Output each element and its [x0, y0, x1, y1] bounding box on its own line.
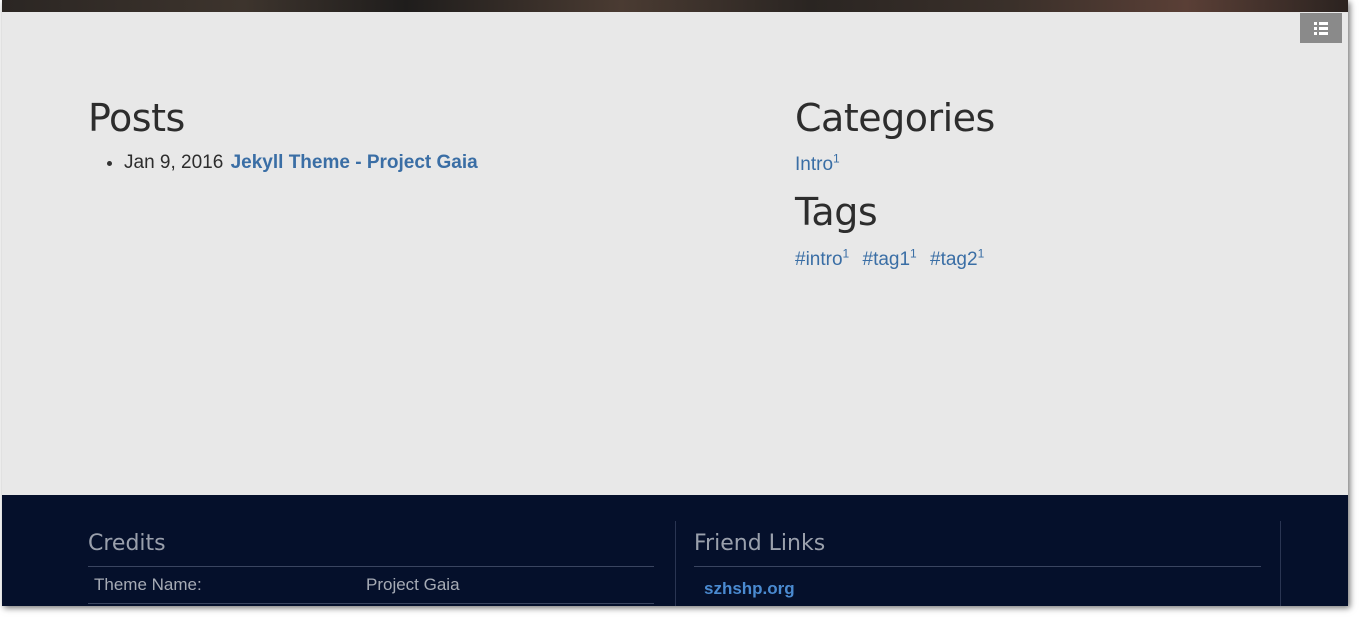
tag-name: #tag1 [862, 248, 911, 270]
tag-link-tag1[interactable]: #tag11 [862, 246, 917, 270]
column-divider [1280, 521, 1281, 606]
list-item: Jan 9, 2016 Jekyll Theme - Project Gaia [124, 152, 688, 174]
credit-value: Project Gaia [366, 575, 460, 594]
category-count: 1 [833, 152, 840, 166]
list-icon [1314, 21, 1328, 35]
page-frame: Posts Jan 9, 2016 Jekyll Theme - Project… [2, 0, 1348, 606]
friend-links-title: Friend Links [694, 531, 826, 556]
category-list: Intro1 [795, 152, 1315, 176]
footer: Credits Theme Name: Project Gaia Friend … [2, 495, 1348, 606]
credits-section: Credits Theme Name: Project Gaia [88, 521, 654, 604]
credits-title: Credits [88, 531, 166, 556]
categories-title: Categories [795, 96, 995, 140]
posts-section: Posts Jan 9, 2016 Jekyll Theme - Project… [88, 96, 688, 174]
tag-list: #intro1 #tag11 #tag21 [795, 246, 1315, 270]
friend-links-section: Friend Links szhshp.org [694, 521, 1261, 606]
menu-toggle-button[interactable] [1300, 13, 1342, 43]
tag-count: 1 [977, 246, 985, 261]
header-image-strip [2, 0, 1348, 12]
post-list: Jan 9, 2016 Jekyll Theme - Project Gaia [88, 152, 688, 174]
credit-row: Theme Name: Project Gaia [88, 567, 654, 604]
credit-key: Theme Name: [94, 575, 202, 594]
category-name: Intro [795, 154, 834, 176]
post-link[interactable]: Jekyll Theme - Project Gaia [231, 152, 478, 173]
tag-link-tag2[interactable]: #tag21 [930, 246, 985, 270]
post-date: Jan 9, 2016 [124, 152, 224, 173]
tag-link-intro[interactable]: #intro1 [795, 246, 850, 270]
column-divider [675, 521, 676, 606]
category-link-intro[interactable]: Intro1 [795, 152, 840, 176]
friend-link[interactable]: szhshp.org [694, 567, 1261, 606]
tag-count: 1 [910, 246, 917, 261]
posts-title: Posts [88, 96, 185, 140]
tag-name: #intro [795, 248, 843, 270]
tag-name: #tag2 [930, 248, 978, 270]
sidebar: Categories Intro1 Tags #intro1 #tag11 #t… [795, 96, 1315, 285]
tag-count: 1 [842, 246, 850, 261]
tags-title: Tags [795, 190, 878, 235]
